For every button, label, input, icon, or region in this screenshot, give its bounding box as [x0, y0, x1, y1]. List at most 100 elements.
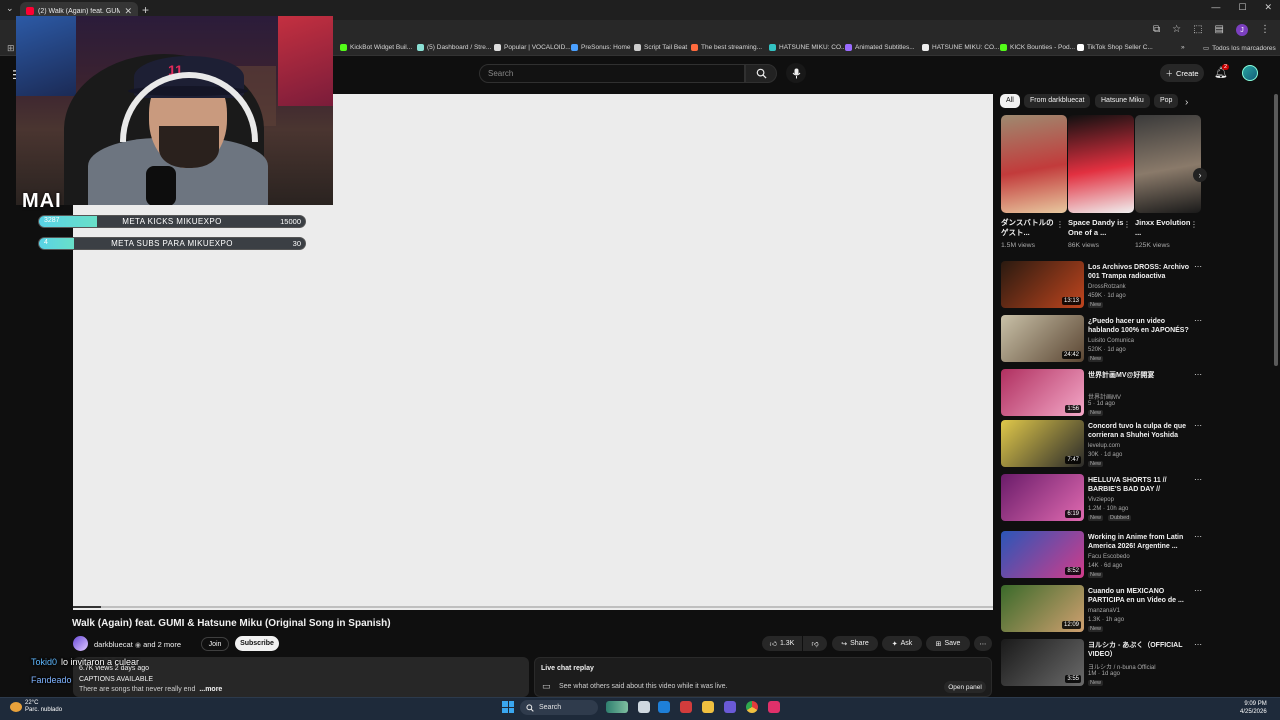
recommended-video[interactable]: 13:13 Los Archivos DROSS: Archivo 001 Tra… — [1001, 261, 1202, 311]
bookmark-star-icon[interactable]: ☆ — [1172, 24, 1181, 36]
bookmark-item[interactable]: KickBot Widget Buil... — [340, 44, 412, 51]
close-tab-icon[interactable]: ✕ — [124, 6, 132, 17]
video-title[interactable]: Concord tuvo la culpa de que corrieran a… — [1088, 422, 1190, 440]
save-button[interactable]: ⊞ Save — [926, 636, 970, 651]
discord-icon[interactable] — [724, 701, 736, 713]
taskbar-clock[interactable]: 9:09 PM 4/25/2026 — [1240, 700, 1267, 716]
video-thumbnail[interactable]: 6:19 — [1001, 474, 1084, 521]
task-view-icon[interactable] — [638, 701, 650, 713]
like-button[interactable]: 👍︎ 1.3K — [762, 636, 802, 651]
short-thumbnail[interactable] — [1135, 115, 1201, 213]
video-thumbnail[interactable]: 24:42 — [1001, 315, 1084, 362]
video-thumbnail[interactable]: 1:56 — [1001, 369, 1084, 416]
weather-icon[interactable] — [10, 702, 22, 712]
video-thumbnail[interactable]: 3:55 — [1001, 639, 1084, 686]
recommended-video[interactable]: 12:09 Cuando un MEXICANO PARTICIPA en un … — [1001, 585, 1202, 635]
ask-button[interactable]: ✦ Ask — [882, 636, 922, 651]
video-thumbnail[interactable]: 12:09 — [1001, 585, 1084, 632]
dislike-button[interactable]: 👎︎ — [803, 636, 827, 651]
share-button[interactable]: ↪ Share — [832, 636, 878, 651]
short-title[interactable]: Space Dandy is One of a ... — [1068, 218, 1126, 238]
chevron-right-icon[interactable]: › — [1185, 97, 1188, 108]
maximize-icon[interactable]: ☐ — [1238, 2, 1246, 13]
all-bookmarks-folder[interactable]: ▭ Todos los marcadores — [1203, 44, 1276, 53]
more-vertical-icon[interactable]: ⋯ — [1194, 262, 1202, 271]
extensions-icon[interactable]: ⬚ — [1193, 24, 1202, 36]
more-vertical-icon[interactable]: ⋮ — [1190, 220, 1198, 229]
video-channel[interactable]: DrossRotzank — [1088, 284, 1126, 290]
subscribe-button[interactable]: Subscribe — [235, 636, 279, 651]
recommended-video[interactable]: 24:42 ¿Puedo hacer un video hablando 100%… — [1001, 315, 1202, 365]
short-thumbnail[interactable] — [1068, 115, 1134, 213]
account-avatar[interactable] — [1242, 65, 1258, 81]
bookmark-item[interactable]: Animated Subtitles... — [845, 44, 915, 51]
tab-search-icon[interactable]: ⌄ — [6, 3, 14, 14]
bookmark-item[interactable]: HATSUNE MIKU: CO... — [922, 44, 999, 51]
video-thumbnail[interactable]: 8:52 — [1001, 531, 1084, 578]
file-explorer-icon[interactable] — [702, 701, 714, 713]
bookmark-item[interactable]: KICK Bounties - Pod... — [1000, 44, 1075, 51]
chip-hatsune-miku[interactable]: Hatsune Miku — [1095, 94, 1150, 108]
voice-search-button[interactable] — [786, 63, 806, 83]
bookmark-item[interactable]: The best streaming... — [691, 44, 762, 51]
video-title[interactable]: HELLUVA SHORTS 11 // BARBIE'S BAD DAY //… — [1088, 476, 1190, 495]
recommended-video[interactable]: 1:56 世界計画MV@好開宴 世界計画MV 5 · 1d ago New ⋯ — [1001, 369, 1202, 419]
bookmark-item[interactable]: TikTok Shop Seller C... — [1077, 44, 1153, 51]
bookmarks-overflow-icon[interactable]: » — [1181, 44, 1185, 51]
bookmark-item[interactable]: Script Tail Beat — [634, 44, 687, 51]
video-title[interactable]: ¿Puedo hacer un video hablando 100% en J… — [1088, 317, 1190, 336]
app-icon[interactable] — [680, 701, 692, 713]
video-channel[interactable]: Vivziepop — [1088, 497, 1114, 503]
recommended-video[interactable]: 8:52 Working in Anime from Latin America … — [1001, 531, 1202, 581]
more-vertical-icon[interactable]: ⋯ — [1194, 421, 1202, 430]
bookmark-item[interactable]: (5) Dashboard / Stre... — [417, 44, 491, 51]
short-title[interactable]: Jinxx Evolution ... — [1135, 218, 1193, 238]
channel-name-text[interactable]: darkbluecat — [94, 640, 133, 649]
join-button[interactable]: Join — [201, 637, 229, 651]
minimize-icon[interactable]: — — [1211, 2, 1220, 13]
video-channel[interactable]: manzanaV1 — [1088, 608, 1120, 614]
widget-scenery-icon[interactable] — [606, 701, 628, 713]
scrollbar-thumb[interactable] — [1274, 94, 1278, 366]
weather-widget[interactable]: 22°C Parc. nublado — [25, 700, 62, 714]
video-channel[interactable]: Facu Escobedo — [1088, 554, 1130, 560]
coauthors-text[interactable]: and 2 more — [143, 640, 181, 649]
close-window-icon[interactable]: ✕ — [1264, 2, 1272, 13]
more-vertical-icon[interactable]: ⋯ — [1194, 316, 1202, 325]
new-tab-button[interactable]: + — [142, 3, 149, 17]
bookmark-item[interactable]: PreSonus: Home — [571, 44, 631, 51]
recommended-video[interactable]: 7:47 Concord tuvo la culpa de que corrier… — [1001, 420, 1202, 470]
more-actions-button[interactable]: ⋯ — [974, 636, 992, 651]
create-button[interactable]: ＋ Create — [1160, 64, 1204, 82]
video-title[interactable]: Los Archivos DROSS: Archivo 001 Trampa r… — [1088, 263, 1190, 281]
browser-menu-icon[interactable]: ⋮ — [1260, 24, 1270, 36]
sidebar-icon[interactable]: ▤ — [1215, 24, 1224, 36]
windows-start-icon[interactable] — [502, 701, 514, 713]
search-button[interactable] — [745, 64, 777, 83]
video-thumbnail[interactable]: 13:13 — [1001, 261, 1084, 308]
video-channel[interactable]: 世界計画MV — [1088, 392, 1121, 401]
edge-browser-icon[interactable] — [658, 701, 670, 713]
video-title[interactable]: Cuando un MEXICANO PARTICIPA en un Video… — [1088, 587, 1190, 605]
more-vertical-icon[interactable]: ⋮ — [1123, 220, 1131, 229]
taskbar-search[interactable]: Search — [520, 700, 598, 715]
video-thumbnail[interactable]: 7:47 — [1001, 420, 1084, 467]
video-title[interactable]: Working in Anime from Latin America 2026… — [1088, 533, 1190, 551]
bookmark-item[interactable]: HATSUNE MIKU: CO... — [769, 44, 846, 51]
video-title[interactable]: ヨルシカ - あぷく（OFFICIAL VIDEO） — [1088, 641, 1190, 659]
more-vertical-icon[interactable]: ⋮ — [1056, 220, 1064, 229]
apps-grid-icon[interactable]: ⊞ — [7, 43, 15, 54]
shorts-next-button[interactable]: › — [1193, 168, 1207, 182]
video-progress-bar[interactable] — [73, 606, 993, 608]
chip-from-darkbluecat[interactable]: From darkbluecat — [1024, 94, 1091, 108]
channel-avatar[interactable] — [73, 636, 88, 651]
description-more-link[interactable]: ...more — [199, 686, 222, 693]
cast-icon[interactable]: ⧉ — [1153, 24, 1160, 36]
more-vertical-icon[interactable]: ⋯ — [1194, 640, 1202, 649]
search-input[interactable]: Search — [479, 64, 745, 83]
browser-profile-avatar[interactable]: J — [1236, 24, 1248, 36]
bookmark-item[interactable]: Popular | VOCALOID... — [494, 44, 571, 51]
channel-name[interactable]: darkbluecat ◉ and 2 more — [94, 640, 181, 649]
video-channel[interactable]: ヨルシカ / n-buna Official — [1088, 662, 1156, 671]
video-title[interactable]: 世界計画MV@好開宴 — [1088, 371, 1190, 380]
